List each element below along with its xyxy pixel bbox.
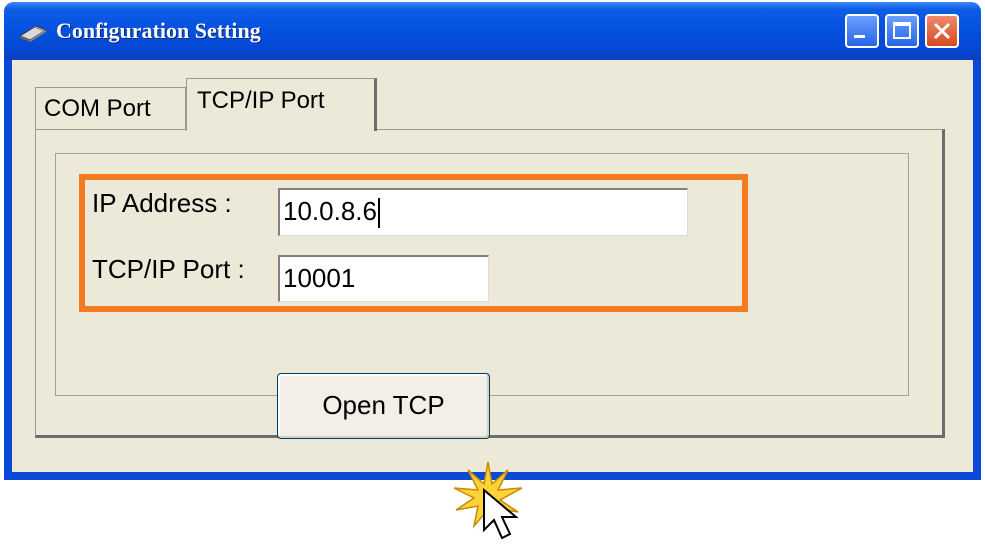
window-title: Configuration Setting — [56, 18, 261, 43]
network-device-icon — [18, 24, 48, 47]
tab-com-port[interactable]: COM Port — [35, 87, 186, 129]
highlight-frame — [79, 174, 748, 312]
configuration-window: Configuration Setting COM Port TCP/IP Po… — [4, 2, 981, 540]
close-icon — [933, 22, 951, 40]
minimize-icon — [854, 35, 865, 38]
minimize-button[interactable] — [845, 14, 879, 48]
open-tcp-button[interactable]: Open TCP — [277, 373, 490, 439]
maximize-button[interactable] — [885, 14, 919, 48]
maximize-icon — [893, 22, 911, 39]
tcp-ip-tab-panel: IP Address : 10.0.8.6 TCP/IP Port : 1000… — [35, 129, 945, 540]
tab-tcp-ip-port[interactable]: TCP/IP Port — [186, 78, 377, 131]
title-bar[interactable]: Configuration Setting — [4, 2, 981, 60]
close-button[interactable] — [925, 14, 959, 48]
mouse-pointer-click-icon — [448, 460, 538, 555]
window-client-area: COM Port TCP/IP Port IP Address : 10.0.8… — [12, 60, 973, 540]
